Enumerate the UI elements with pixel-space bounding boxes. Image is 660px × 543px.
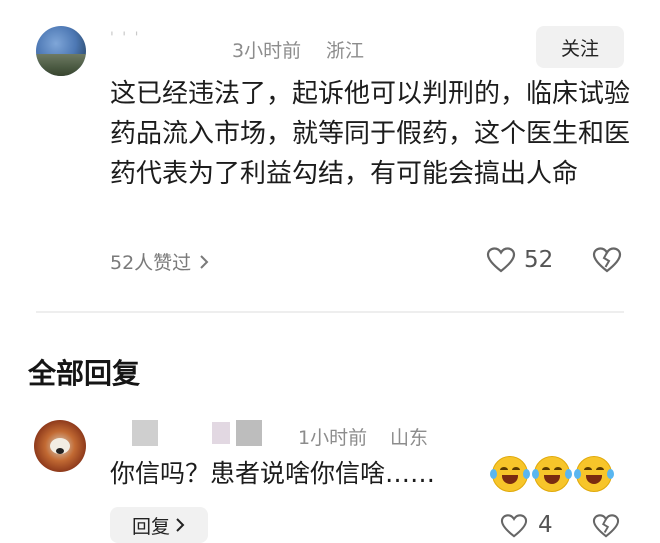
username-blur <box>132 420 158 446</box>
avatar[interactable] <box>34 420 86 472</box>
chevron-right-icon <box>200 254 209 269</box>
liked-by-text: 52人赞过 <box>110 252 192 274</box>
reply-location: 山东 <box>390 427 429 449</box>
username-blur <box>236 420 262 446</box>
tears-of-joy-emoji <box>574 456 614 492</box>
tears-of-joy-emoji <box>490 456 530 492</box>
comment-text: 这已经违法了，起诉他可以判刑的，临床试验药品流入市场，就等同于假药，这个医生和医… <box>110 79 631 189</box>
tears-of-joy-emoji <box>532 456 572 492</box>
divider <box>36 311 624 313</box>
like-count: 52 <box>524 247 554 273</box>
post-time: 3小时前 <box>232 40 302 62</box>
emoji-group <box>490 456 614 492</box>
follow-button[interactable]: 关注 <box>536 26 624 68</box>
reply-time: 1小时前 <box>298 427 368 449</box>
reply-text: 你信吗？患者说啥你信啥…… <box>110 459 436 488</box>
reply-button-label: 回复 <box>131 515 170 538</box>
dislike-heart-icon[interactable] <box>592 246 622 274</box>
post-location: 浙江 <box>326 40 365 62</box>
reply-button[interactable]: 回复 <box>110 507 208 543</box>
dislike-heart-icon[interactable] <box>592 513 620 539</box>
section-title: 全部回复 <box>28 357 141 390</box>
reply-like-count: 4 <box>538 512 553 538</box>
avatar[interactable] <box>36 26 86 76</box>
username[interactable]: ' ' ' <box>110 30 140 46</box>
heart-icon[interactable] <box>486 246 516 274</box>
username-blur <box>212 422 230 444</box>
liked-by-link[interactable]: 52人赞过 <box>110 248 211 275</box>
heart-icon[interactable] <box>500 513 528 539</box>
chevron-right-icon <box>176 518 185 532</box>
